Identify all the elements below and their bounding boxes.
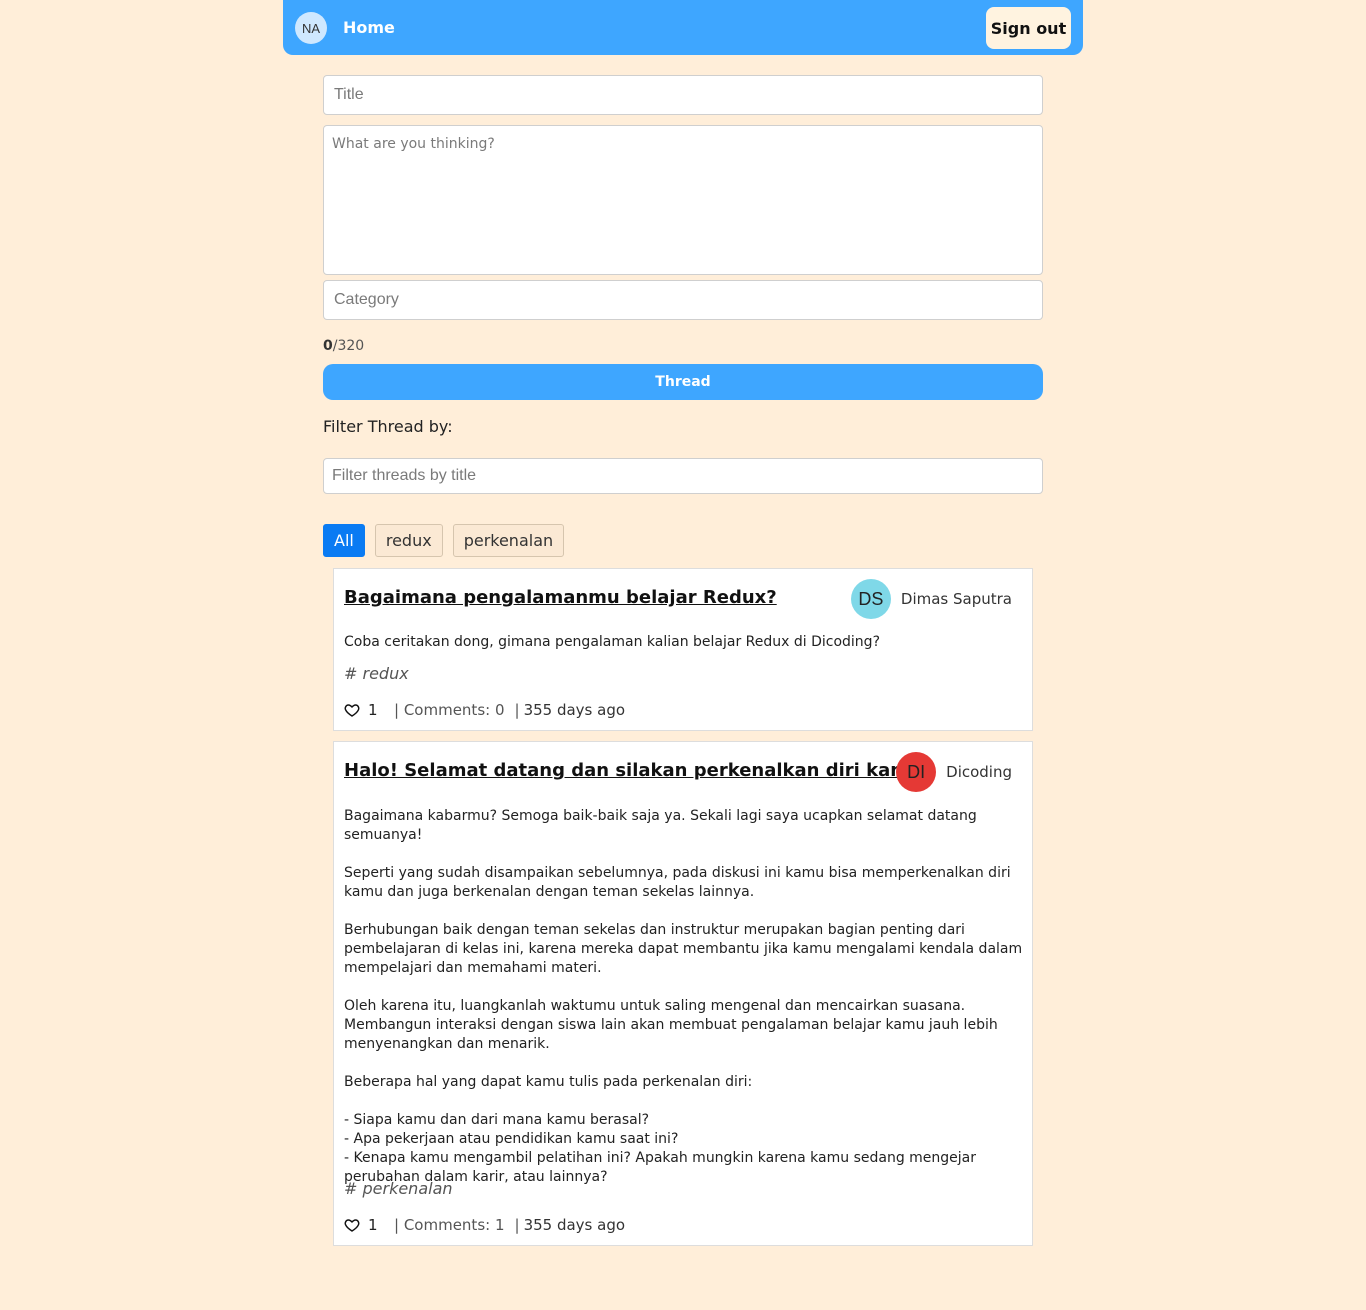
like-count: 1 <box>368 701 378 719</box>
thread-body: Coba ceritakan dong, gimana pengalaman k… <box>344 634 880 650</box>
heart-icon <box>344 704 360 717</box>
category-input[interactable] <box>323 280 1043 320</box>
thread-footer: 1 | Comments: 0 | 355 days ago <box>344 701 625 719</box>
thread-age: | 355 days ago <box>515 1216 626 1234</box>
category-filter-bar: All redux perkenalan <box>323 524 565 557</box>
filter-label: Filter Thread by: <box>323 417 453 436</box>
comment-count: | Comments: 1 <box>394 1216 505 1234</box>
separator: | <box>514 701 520 719</box>
character-max: /320 <box>332 338 365 354</box>
comment-count: | Comments: 0 <box>394 701 505 719</box>
thread-owner: DS Dimas Saputra <box>850 579 1012 619</box>
thread-title[interactable]: Bagaimana pengalamanmu belajar Redux? <box>344 587 777 608</box>
thread-footer: 1 | Comments: 1 | 355 days ago <box>344 1216 625 1234</box>
separator: | <box>514 1216 520 1234</box>
thread-category: # perkenalan <box>344 1179 453 1198</box>
like-count: 1 <box>368 1216 378 1234</box>
thread-body: Bagaimana kabarmu? Semoga baik-baik saja… <box>344 808 1023 1185</box>
owner-avatar: DS <box>850 579 891 619</box>
thread-title[interactable]: Halo! Selamat datang dan silakan perkena… <box>344 760 922 781</box>
thread-age: | 355 days ago <box>515 701 626 719</box>
category-filter-all[interactable]: All <box>323 524 365 557</box>
category-filter-redux[interactable]: redux <box>374 524 443 557</box>
like-button[interactable]: 1 <box>344 701 386 719</box>
owner-avatar: DI <box>896 752 937 792</box>
thread-card: Bagaimana pengalamanmu belajar Redux? DS… <box>333 568 1033 731</box>
thread-age-text: 355 days ago <box>523 1216 626 1234</box>
thread-card: Halo! Selamat datang dan silakan perkena… <box>333 741 1033 1246</box>
thread-age-text: 355 days ago <box>523 701 626 719</box>
create-thread-button[interactable]: Thread <box>323 364 1043 400</box>
thread-owner: DI Dicoding <box>896 752 1012 792</box>
category-filter-perkenalan[interactable]: perkenalan <box>452 524 565 557</box>
filter-threads-input[interactable] <box>323 458 1043 494</box>
title-input[interactable] <box>323 75 1043 115</box>
character-counter: 0/320 <box>323 338 364 354</box>
like-button[interactable]: 1 <box>344 1216 386 1234</box>
character-count: 0 <box>323 338 333 354</box>
user-avatar[interactable]: NA <box>295 12 327 44</box>
sign-out-button[interactable]: Sign out <box>986 7 1071 49</box>
top-navbar: NA Home Sign out <box>283 0 1083 55</box>
thread-category: # redux <box>344 664 409 683</box>
heart-icon <box>344 1219 360 1232</box>
owner-name: Dicoding <box>946 763 1012 781</box>
owner-name: Dimas Saputra <box>900 590 1012 608</box>
thread-body-textarea[interactable] <box>323 125 1043 275</box>
home-link[interactable]: Home <box>343 18 395 38</box>
